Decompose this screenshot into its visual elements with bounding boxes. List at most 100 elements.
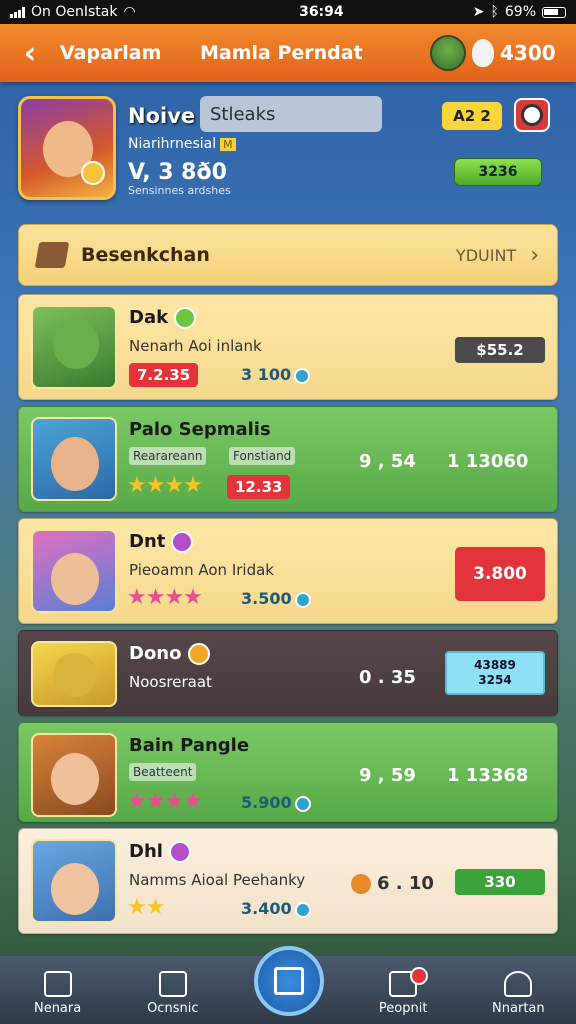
notification-button[interactable] xyxy=(514,98,550,132)
profile-card: Noive NiarihrnesialM V, 3 8ð0 Sensinnes … xyxy=(18,96,558,206)
nav-people[interactable]: Peopnit xyxy=(348,967,458,1016)
item-stat: 9 , 54 xyxy=(359,451,416,472)
item-stat: 1 13060 xyxy=(447,451,529,472)
battery-percent: 69% xyxy=(504,4,536,20)
status-left: On OenIstak ◠ xyxy=(10,4,210,20)
rating-stars: ★★★★ xyxy=(127,585,203,610)
page-title: Mamla Perndat xyxy=(200,42,363,64)
hero-face xyxy=(51,437,99,491)
score-caption: Sensinnes ardshes xyxy=(128,184,231,197)
nav-label: Nenara xyxy=(33,1001,82,1016)
item-stat: 6 . 10 xyxy=(351,873,434,894)
list-item[interactable]: Dhl Namms Aioal Peehanky ★★ 3.400 6 . 10… xyxy=(18,828,558,934)
gem-badge-icon xyxy=(171,531,194,553)
section-link[interactable]: YDUINT xyxy=(456,246,516,265)
offer-line: 43889 xyxy=(474,658,516,672)
item-name: Dono xyxy=(129,643,210,665)
item-subtitle: Noosreraat xyxy=(129,673,212,691)
cart-icon xyxy=(34,242,70,268)
gold-value-button[interactable]: 3236 xyxy=(454,158,542,186)
rating-stars: ★★ xyxy=(127,895,165,920)
avatar[interactable] xyxy=(430,35,466,71)
location-icon: ➤ xyxy=(472,4,485,20)
gem-icon xyxy=(294,591,311,608)
offer-line: 3254 xyxy=(478,673,512,687)
list-item[interactable]: Bain Pangle Beatteent ★★★★ 5.900 9 , 59 … xyxy=(18,722,558,822)
character-thumbnail xyxy=(31,839,117,923)
section-header[interactable]: Besenkchan YDUINT › xyxy=(18,224,558,286)
center-action-button[interactable] xyxy=(254,946,324,1016)
creature-face xyxy=(53,653,97,697)
profile-portrait[interactable] xyxy=(18,96,116,200)
coin-balance[interactable]: 4300 xyxy=(430,35,556,71)
hero-face xyxy=(51,863,99,915)
chevron-right-icon[interactable]: › xyxy=(530,243,539,268)
notification-badge xyxy=(410,967,429,985)
rating-stars: ★★★★ xyxy=(127,473,203,498)
nav-profile[interactable]: Nnartan xyxy=(463,971,573,1016)
battery-icon xyxy=(542,6,566,18)
nav-home[interactable]: Nenara xyxy=(3,971,113,1016)
hero-face xyxy=(51,753,99,805)
nav-messages[interactable]: Ocnsnic xyxy=(118,971,228,1016)
buy-button[interactable]: 330 xyxy=(455,869,545,895)
nav-label: Peopnit xyxy=(378,1001,428,1016)
header-tab[interactable]: Vaparlam xyxy=(60,42,200,64)
nav-label: Ocnsnic xyxy=(147,1001,199,1016)
item-name: Dak xyxy=(129,307,197,329)
item-stat: 1 13368 xyxy=(447,765,529,786)
item-name: Dnt xyxy=(129,531,194,553)
price-tag[interactable]: 7.2.35 xyxy=(129,363,199,387)
list-item[interactable]: Dnt Pieoamn Aon Iridak ★★★★ 3.500 3.800 xyxy=(18,518,558,624)
item-stat: 9 , 59 xyxy=(359,765,416,786)
nav-label: Nnartan xyxy=(492,1001,545,1016)
offer-tag[interactable]: 43889 3254 xyxy=(445,651,545,695)
player-name: Noive xyxy=(128,104,196,128)
center-action-icon xyxy=(274,967,304,995)
list-item[interactable]: Palo Sepmalis Rearareann Fonstiand ★★★★ … xyxy=(18,406,558,512)
bluetooth-icon: ᛒ xyxy=(490,4,499,20)
item-name: Palo Sepmalis xyxy=(129,419,271,440)
search-input[interactable] xyxy=(200,96,382,132)
character-thumbnail xyxy=(31,305,117,389)
hero-face xyxy=(51,553,99,605)
gem-icon xyxy=(294,367,311,384)
item-name: Dhl xyxy=(129,841,191,863)
carrier-label: On OenIstak xyxy=(31,4,118,20)
profile-icon xyxy=(504,971,533,997)
item-subtitle: Namms Aioal Peehanky xyxy=(129,871,306,889)
list-item[interactable]: Dono Noosreraat 0 . 35 43889 3254 xyxy=(18,630,558,716)
list-item[interactable]: Dak Nenarh Aoi inlank 7.2.35 3 100 $55.2 xyxy=(18,294,558,400)
item-count: 3.400 xyxy=(241,899,311,918)
subtitle-text: Niarihrnesial xyxy=(128,136,217,152)
rank-badge[interactable]: A2 2 xyxy=(442,102,502,130)
character-thumbnail xyxy=(31,641,117,707)
home-icon xyxy=(43,971,72,997)
coin-icon xyxy=(351,874,371,894)
item-chip: Beatteent xyxy=(129,763,197,781)
item-stat: 0 . 35 xyxy=(359,667,416,688)
wifi-icon: ◠ xyxy=(123,4,136,20)
item-chip: Fonstiand xyxy=(229,447,296,465)
price-tag[interactable]: 12.33 xyxy=(227,475,291,499)
item-subtitle: Pieoamn Aon Iridak xyxy=(129,561,274,579)
player-subtitle: Niarihrnesial M xyxy=(128,136,236,152)
signal-icon xyxy=(10,6,25,18)
item-count: 5.900 xyxy=(241,793,311,812)
gem-icon xyxy=(294,901,311,918)
player-score: V, 3 8ð0 xyxy=(128,160,227,185)
gem-badge-icon xyxy=(168,841,191,863)
character-thumbnail xyxy=(31,529,117,613)
back-button[interactable]: ‹ xyxy=(0,24,60,82)
app-header: ‹ Vaparlam Mamla Perndat 4300 xyxy=(0,24,576,82)
section-title: Besenkchan xyxy=(81,244,210,266)
level-tag: M xyxy=(220,138,236,151)
coin-value: 4300 xyxy=(500,41,556,65)
item-subtitle: Nenarh Aoi inlank xyxy=(129,337,262,355)
buy-button[interactable]: 3.800 xyxy=(455,547,545,601)
mail-icon xyxy=(158,971,187,997)
item-name: Bain Pangle xyxy=(129,735,250,756)
buy-button[interactable]: $55.2 xyxy=(455,337,545,363)
rating-stars: ★★★★ xyxy=(127,789,203,814)
gem-icon xyxy=(472,39,494,67)
